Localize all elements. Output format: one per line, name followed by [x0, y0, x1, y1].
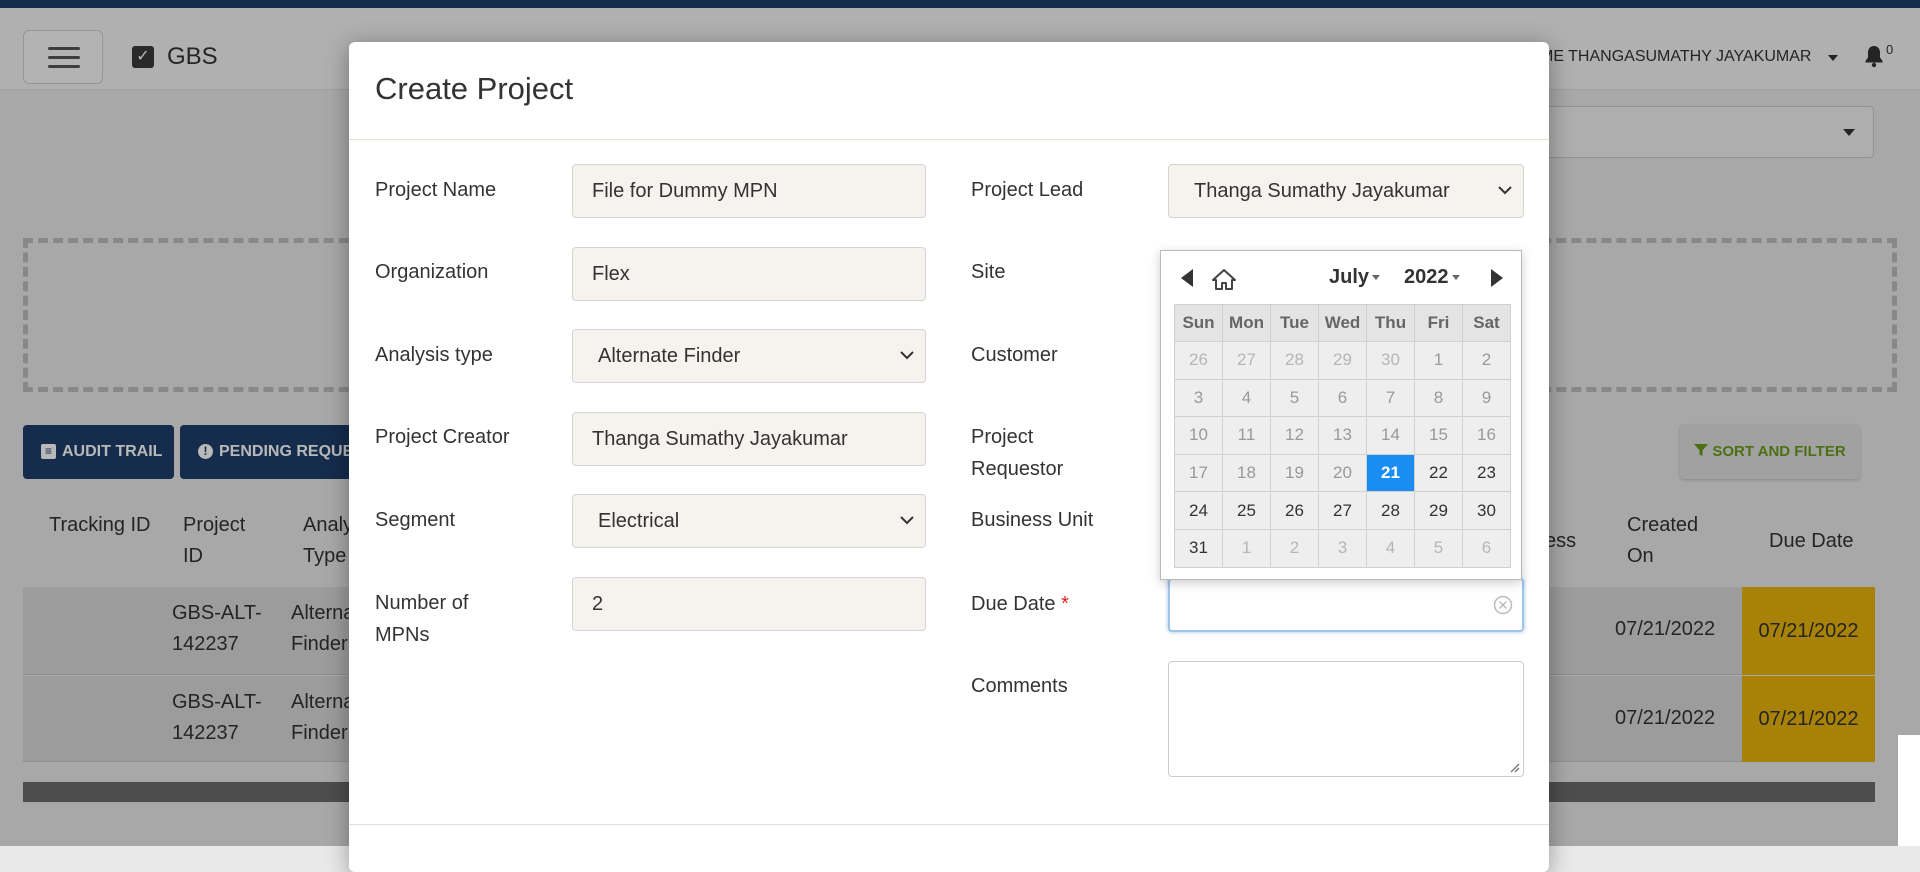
- project-requestor-label: Project Requestor: [971, 426, 1064, 480]
- calendar-day: 4: [1222, 378, 1271, 418]
- calendar-day-today[interactable]: 21: [1366, 453, 1415, 493]
- calendar-day: 18: [1222, 453, 1271, 493]
- year-value: 2022: [1404, 266, 1449, 288]
- calendar-day: 28: [1270, 341, 1319, 380]
- year-select[interactable]: 2022: [1404, 266, 1460, 289]
- project-lead-select[interactable]: Thanga Sumathy Jayakumar: [1168, 164, 1524, 218]
- calendar-day: 5: [1270, 378, 1319, 418]
- next-month-icon[interactable]: [1491, 269, 1503, 287]
- organization-label: Organization: [375, 261, 489, 283]
- home-icon[interactable]: [1212, 268, 1236, 290]
- chevron-down-icon: [900, 516, 914, 525]
- calendar-day: 15: [1414, 416, 1463, 455]
- calendar-day[interactable]: 27: [1318, 491, 1367, 530]
- weekday-header: Mon: [1222, 304, 1271, 342]
- calendar-day: 6: [1318, 378, 1367, 418]
- calendar-day: 29: [1318, 341, 1367, 380]
- prev-month-icon[interactable]: [1181, 269, 1193, 287]
- comments-label: Comments: [971, 675, 1068, 697]
- weekday-header: Fri: [1414, 304, 1463, 342]
- project-creator-field[interactable]: Thanga Sumathy Jayakumar: [572, 412, 926, 466]
- due-date-input[interactable]: [1168, 578, 1524, 632]
- calendar-grid: Sun Mon Tue Wed Thu Fri Sat 26 27 28 29 …: [1174, 304, 1511, 568]
- analysis-type-select[interactable]: Alternate Finder: [572, 329, 926, 383]
- calendar-day: 17: [1174, 453, 1223, 493]
- analysis-type-label: Analysis type: [375, 344, 493, 366]
- due-date-label: Due Date *: [971, 588, 1069, 620]
- calendar-day: 20: [1318, 453, 1367, 493]
- calendar-day: 1: [1414, 341, 1463, 380]
- caret-down-icon: [1372, 275, 1381, 280]
- calendar-day: 8: [1414, 378, 1463, 418]
- organization-field[interactable]: Flex: [572, 247, 926, 301]
- calendar-day[interactable]: 1: [1222, 528, 1271, 568]
- calendar-day[interactable]: 31: [1174, 528, 1223, 568]
- calendar-day: 30: [1366, 341, 1415, 380]
- resize-grip-icon[interactable]: [1508, 761, 1520, 773]
- weekday-header: Sun: [1174, 304, 1223, 342]
- segment-label: Segment: [375, 509, 456, 531]
- calendar-day: 2: [1462, 341, 1511, 380]
- due-date-label-text: Due Date: [971, 593, 1056, 615]
- calendar-day: 10: [1174, 416, 1223, 455]
- chevron-down-icon: [1498, 186, 1512, 195]
- calendar-day: 7: [1366, 378, 1415, 418]
- calendar-day: 12: [1270, 416, 1319, 455]
- number-of-mpns-label: Number of MPNs: [375, 592, 469, 646]
- month-value: July: [1329, 266, 1370, 288]
- site-label: Site: [971, 261, 1006, 283]
- weekday-header: Thu: [1366, 304, 1415, 342]
- month-select[interactable]: July: [1329, 266, 1381, 289]
- caret-down-icon: [1451, 275, 1460, 280]
- project-creator-label: Project Creator: [375, 426, 510, 448]
- calendar-day[interactable]: 26: [1270, 491, 1319, 530]
- segment-value: Electrical: [598, 510, 680, 532]
- customer-label: Customer: [971, 344, 1058, 366]
- date-picker: July 2022 Sun Mon Tue Wed Thu Fri Sat 26…: [1160, 250, 1522, 580]
- calendar-day[interactable]: 24: [1174, 491, 1223, 530]
- calendar-day[interactable]: 30: [1462, 491, 1511, 530]
- calendar-day[interactable]: 29: [1414, 491, 1463, 530]
- modal-title: Create Project: [375, 71, 574, 106]
- calendar-day: 9: [1462, 378, 1511, 418]
- calendar-day[interactable]: 22: [1414, 453, 1463, 493]
- number-of-mpns-field[interactable]: 2: [572, 577, 926, 631]
- chevron-down-icon: [900, 351, 914, 360]
- weekday-header: Sat: [1462, 304, 1511, 342]
- calendar-day[interactable]: 6: [1462, 528, 1511, 568]
- required-marker: *: [1061, 593, 1069, 615]
- segment-select[interactable]: Electrical: [572, 494, 926, 548]
- weekday-header: Tue: [1270, 304, 1319, 342]
- calendar-day[interactable]: 3: [1318, 528, 1367, 568]
- calendar-day: 11: [1222, 416, 1271, 455]
- calendar-day: 27: [1222, 341, 1271, 380]
- modal-footer-divider: [349, 824, 1549, 825]
- calendar-day[interactable]: 2: [1270, 528, 1319, 568]
- business-unit-label: Business Unit: [971, 509, 1094, 531]
- calendar-day[interactable]: 5: [1414, 528, 1463, 568]
- calendar-day: 26: [1174, 341, 1223, 380]
- calendar-day: 19: [1270, 453, 1319, 493]
- page-edge: [1898, 735, 1920, 846]
- calendar-day: 16: [1462, 416, 1511, 455]
- calendar-day[interactable]: 4: [1366, 528, 1415, 568]
- clear-icon[interactable]: [1493, 595, 1513, 615]
- calendar-day: 14: [1366, 416, 1415, 455]
- calendar-day: 13: [1318, 416, 1367, 455]
- analysis-type-value: Alternate Finder: [598, 345, 741, 367]
- calendar-day[interactable]: 23: [1462, 453, 1511, 493]
- project-lead-value: Thanga Sumathy Jayakumar: [1194, 180, 1450, 202]
- project-lead-label: Project Lead: [971, 179, 1084, 201]
- comments-textarea[interactable]: [1168, 661, 1524, 777]
- calendar-day[interactable]: 28: [1366, 491, 1415, 530]
- calendar-day[interactable]: 25: [1222, 491, 1271, 530]
- weekday-header: Wed: [1318, 304, 1367, 342]
- project-name-label: Project Name: [375, 179, 497, 201]
- project-name-field[interactable]: File for Dummy MPN: [572, 164, 926, 218]
- calendar-day: 3: [1174, 378, 1223, 418]
- modal-header: Create Project: [349, 42, 1549, 140]
